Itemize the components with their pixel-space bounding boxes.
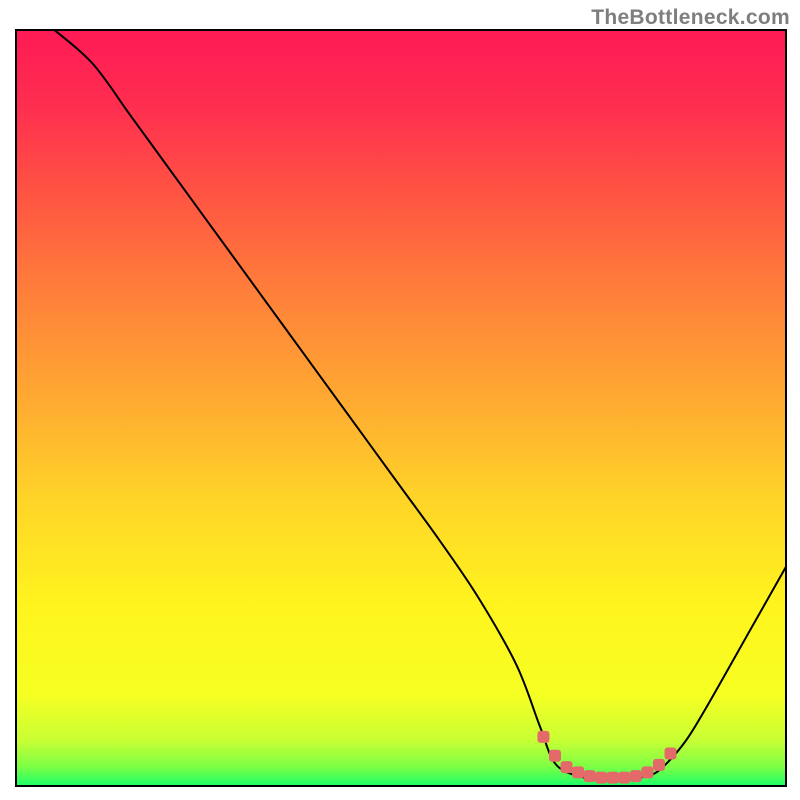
gradient-background (16, 30, 786, 786)
valley-marker (630, 770, 642, 782)
bottleneck-chart (0, 0, 800, 800)
chart-container: TheBottleneck.com (0, 0, 800, 800)
valley-marker (653, 759, 665, 771)
valley-marker (561, 761, 573, 773)
valley-marker (572, 766, 584, 778)
valley-marker (595, 772, 607, 784)
valley-marker (618, 772, 630, 784)
valley-marker (549, 750, 561, 762)
valley-marker (607, 772, 619, 784)
valley-marker (584, 770, 596, 782)
valley-marker (537, 731, 549, 743)
valley-marker (641, 766, 653, 778)
valley-marker (665, 747, 677, 759)
